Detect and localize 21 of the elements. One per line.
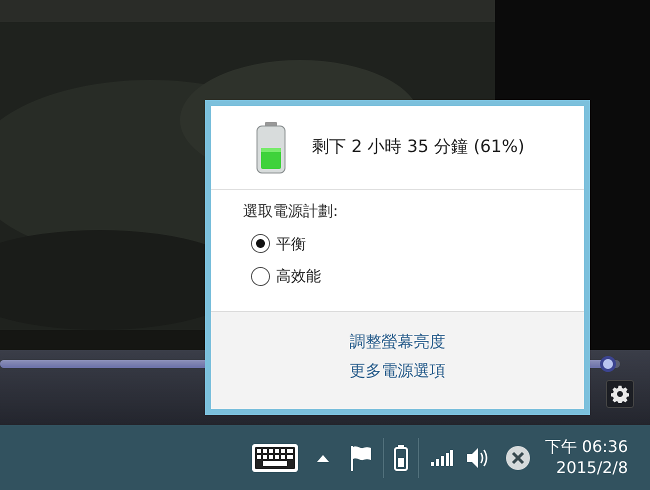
radio-button[interactable] (251, 234, 270, 254)
clock-time[interactable]: 下午 06:36 (544, 436, 628, 458)
radio-button[interactable] (251, 266, 270, 286)
slider-thumb[interactable] (600, 356, 616, 372)
settings-icon (611, 385, 629, 403)
settings-button[interactable] (606, 380, 634, 408)
flag-icon[interactable] (348, 444, 373, 470)
caret-up-icon[interactable] (316, 454, 329, 462)
battery-icon (256, 122, 286, 174)
radio-label[interactable]: 平衡 (276, 232, 306, 255)
battery-icon[interactable] (394, 444, 408, 470)
radio-label[interactable]: 高效能 (276, 265, 321, 288)
signal-icon[interactable] (430, 450, 453, 466)
clock-date[interactable]: 2015/2/8 (544, 458, 628, 478)
plan-label: 選取電源計劃: (243, 201, 340, 222)
speaker-icon[interactable] (464, 446, 489, 470)
close-circle-icon[interactable] (504, 444, 531, 470)
settings-link[interactable]: 更多電源選項 (350, 359, 446, 383)
battery-status: 剩下 2 小時 35 分鐘 (61%) (312, 136, 525, 159)
settings-link[interactable]: 調整螢幕亮度 (350, 330, 446, 354)
keyboard-icon[interactable] (250, 442, 299, 472)
